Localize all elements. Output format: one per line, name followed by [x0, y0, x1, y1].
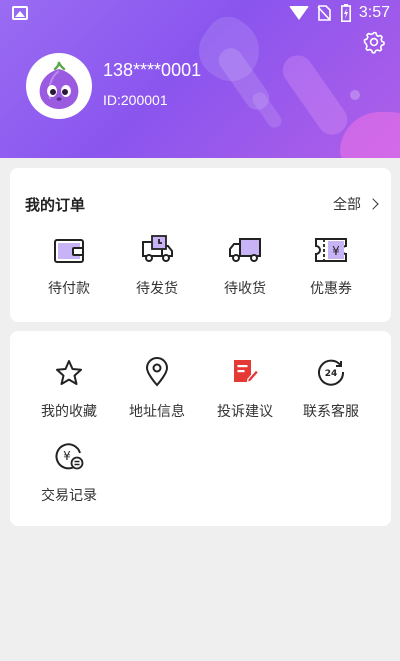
chevron-right-icon [367, 198, 379, 210]
avatar[interactable] [26, 53, 92, 119]
star-icon [56, 360, 82, 385]
service-label: 我的收藏 [41, 404, 97, 420]
no-sim-icon [317, 5, 333, 21]
profile-header: 3:57 138****0001 ID:200001 [0, 0, 400, 158]
service-label: 投诉建议 [217, 404, 273, 420]
yuan-record-icon: ¥ [55, 443, 84, 470]
svg-text:24: 24 [325, 369, 338, 379]
orders-card: 我的订单 全部 待付款 待发货 待收货 ¥ 优惠券 [10, 168, 391, 322]
view-all-orders-link[interactable]: 全部 [333, 194, 379, 214]
wifi-icon [288, 6, 309, 20]
menu-favorites[interactable]: 我的收藏 [24, 355, 114, 421]
orders-title: 我的订单 [25, 196, 86, 214]
decorative-shape [340, 112, 400, 158]
battery-charging-icon [340, 4, 351, 22]
service-label: 联系客服 [303, 404, 359, 420]
status-time: 3:57 [358, 4, 390, 21]
order-label: 待付款 [48, 281, 90, 297]
menu-feedback[interactable]: 投诉建议 [200, 355, 290, 421]
coupons[interactable]: ¥ 优惠券 [286, 232, 376, 298]
service-label: 交易记录 [41, 488, 97, 504]
view-all-label: 全部 [333, 197, 361, 213]
location-pin-icon [145, 357, 169, 387]
settings-gear-icon[interactable] [362, 30, 386, 54]
menu-transaction-records[interactable]: ¥ 交易记录 [24, 439, 114, 505]
wallet-icon [54, 239, 84, 263]
onion-mascot-icon [39, 61, 79, 109]
menu-customer-service[interactable]: 24 联系客服 [286, 355, 376, 421]
truck-clock-icon [142, 235, 173, 262]
decorative-shape [350, 90, 360, 100]
feedback-icon [234, 360, 260, 383]
truck-icon [229, 238, 261, 262]
gallery-notification-icon [12, 6, 28, 20]
svg-text:¥: ¥ [63, 449, 71, 463]
order-pending-payment[interactable]: 待付款 [24, 232, 114, 298]
svg-text:¥: ¥ [332, 244, 340, 258]
services-card: 我的收藏 地址信息 投诉建议 24 联系客服 ¥ 交易记录 [10, 331, 391, 526]
order-label: 待收货 [224, 281, 266, 297]
order-label: 优惠券 [310, 281, 352, 297]
order-pending-shipment[interactable]: 待发货 [112, 232, 202, 298]
status-bar: 3:57 [0, 0, 400, 28]
menu-address[interactable]: 地址信息 [112, 355, 202, 421]
order-pending-receipt[interactable]: 待收货 [200, 232, 290, 298]
service-label: 地址信息 [129, 404, 185, 420]
coupon-icon: ¥ [315, 238, 347, 262]
order-label: 待发货 [136, 281, 178, 297]
user-id: ID:200001 [103, 92, 168, 108]
user-phone: 138****0001 [103, 60, 202, 80]
clock-24-icon: 24 [318, 359, 345, 386]
decorative-shape [276, 49, 354, 141]
